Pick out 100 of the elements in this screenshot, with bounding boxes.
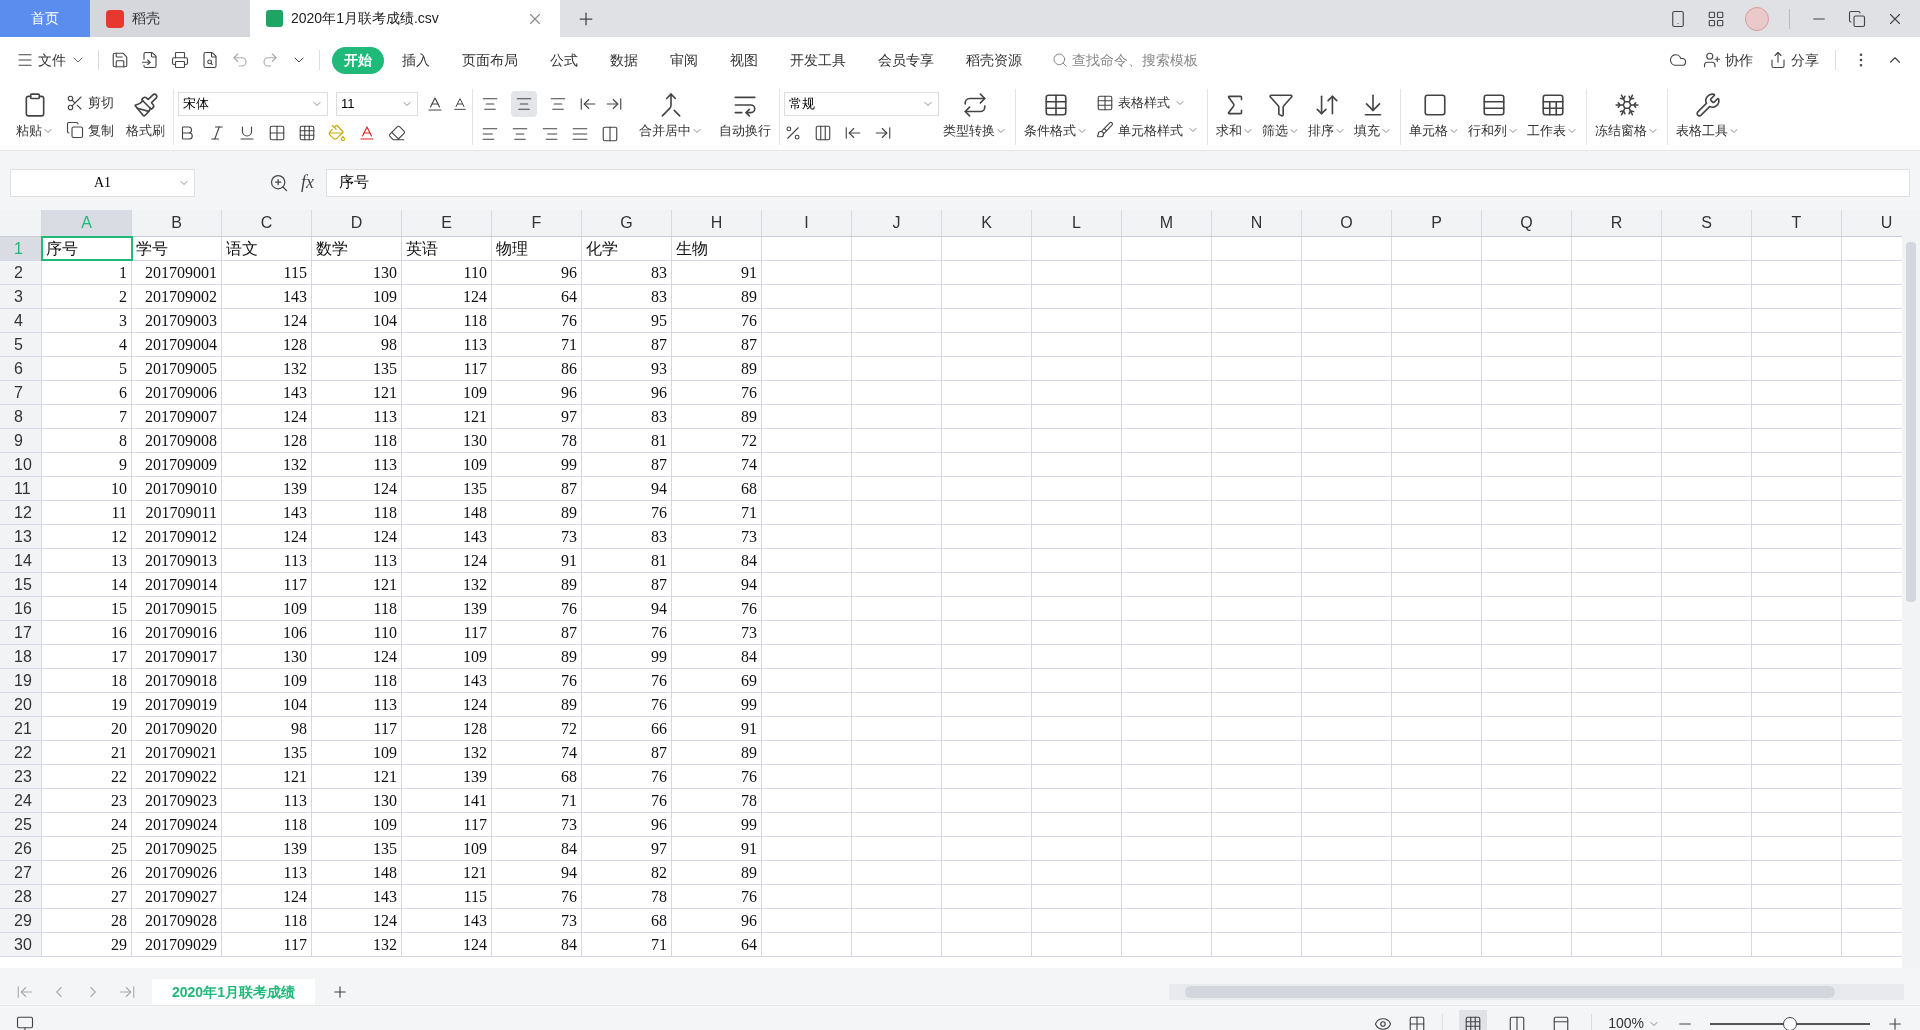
search-field[interactable]: 查找命令、搜索模板	[1052, 49, 1252, 71]
column-header[interactable]: J	[852, 210, 942, 236]
row-header[interactable]: 14	[0, 549, 42, 572]
column-header[interactable]: F	[492, 210, 582, 236]
ribbon-button[interactable]: 求和	[1212, 92, 1258, 141]
ribbon-button[interactable]: 表格工具	[1672, 92, 1744, 141]
row-header[interactable]: 18	[0, 645, 42, 668]
cut-button[interactable]: 剪切	[66, 93, 114, 113]
row-header[interactable]: 19	[0, 669, 42, 692]
view-mode-button[interactable]	[1459, 1009, 1488, 1030]
name-box[interactable]: A1	[10, 168, 195, 197]
zoom-icon[interactable]	[269, 172, 289, 193]
zoom-dropdown[interactable]: 100%	[1608, 1013, 1660, 1030]
ribbon-tab[interactable]: 公式	[536, 46, 592, 74]
row-header[interactable]: 7	[0, 381, 42, 404]
column-header[interactable]: S	[1662, 210, 1752, 236]
ribbon-tab[interactable]: 页面布局	[448, 46, 532, 74]
ribbon-button[interactable]: 合并居中	[635, 92, 707, 141]
column-header[interactable]: R	[1572, 210, 1662, 236]
row-header[interactable]: 15	[0, 573, 42, 596]
row-header[interactable]: 23	[0, 765, 42, 788]
macro-icon[interactable]	[16, 1014, 34, 1030]
row-header[interactable]: 29	[0, 909, 42, 932]
export-icon[interactable]	[141, 51, 159, 69]
column-header[interactable]: D	[312, 210, 402, 236]
underline-icon[interactable]	[238, 123, 256, 142]
ribbon-button[interactable]: 单元格	[1405, 92, 1464, 141]
column-header[interactable]: T	[1752, 210, 1842, 236]
decrease-font-icon[interactable]	[452, 95, 468, 112]
row-header[interactable]: 2	[0, 261, 42, 284]
formula-field[interactable]: 序号	[326, 168, 1910, 197]
ribbon-button[interactable]: 筛选	[1258, 92, 1304, 141]
ribbon-button[interactable]: 自动换行	[715, 92, 775, 141]
print-icon[interactable]	[171, 51, 189, 69]
number-format-dropdown[interactable]: 常规	[784, 91, 939, 116]
ribbon-button[interactable]: 填充	[1350, 92, 1396, 141]
ribbon-tab[interactable]: 数据	[596, 46, 652, 74]
row-header[interactable]: 10	[0, 453, 42, 476]
row-header[interactable]: 25	[0, 813, 42, 836]
column-header[interactable]: O	[1302, 210, 1392, 236]
column-header[interactable]: L	[1032, 210, 1122, 236]
restore-icon[interactable]	[1848, 9, 1866, 28]
column-header[interactable]: B	[132, 210, 222, 236]
column-header[interactable]: Q	[1482, 210, 1572, 236]
row-header[interactable]: 9	[0, 429, 42, 452]
column-header[interactable]: P	[1392, 210, 1482, 236]
column-header[interactable]: H	[672, 210, 762, 236]
row-header[interactable]: 4	[0, 309, 42, 332]
function-label[interactable]: fx	[301, 169, 314, 196]
borders-icon[interactable]	[268, 123, 286, 142]
eraser-icon[interactable]	[388, 123, 406, 142]
copy-button[interactable]: 复制	[66, 120, 114, 140]
row-header[interactable]: 24	[0, 789, 42, 812]
file-menu[interactable]: 文件	[16, 49, 86, 71]
row-header[interactable]: 16	[0, 597, 42, 620]
row-header[interactable]: 20	[0, 693, 42, 716]
ribbon-button[interactable]: 条件格式	[1020, 92, 1092, 141]
row-header[interactable]: 21	[0, 717, 42, 740]
row-header[interactable]: 6	[0, 357, 42, 380]
window-tab[interactable]: 稻壳	[90, 0, 250, 37]
fill-color-icon[interactable]	[328, 123, 346, 142]
column-header[interactable]: C	[222, 210, 312, 236]
row-header[interactable]: 22	[0, 741, 42, 764]
vertical-align-button[interactable]	[511, 90, 537, 117]
row-header[interactable]: 11	[0, 477, 42, 500]
collaborate-button[interactable]: 协作	[1703, 49, 1753, 71]
row-header[interactable]: 8	[0, 405, 42, 428]
row-header[interactable]: 30	[0, 933, 42, 956]
cell-style-button[interactable]: 单元格样式	[1096, 120, 1199, 140]
ribbon-tab[interactable]: 会员专享	[864, 46, 948, 74]
row-header[interactable]: 28	[0, 885, 42, 908]
apps-grid-icon[interactable]	[1707, 9, 1725, 28]
row-header[interactable]: 3	[0, 285, 42, 308]
row-header[interactable]: 26	[0, 837, 42, 860]
percent-icon[interactable]	[784, 123, 802, 142]
row-header[interactable]: 5	[0, 333, 42, 356]
italic-icon[interactable]	[208, 123, 226, 142]
row-header[interactable]: 17	[0, 621, 42, 644]
ribbon-tab[interactable]: 插入	[388, 46, 444, 74]
print-preview-icon[interactable]	[201, 51, 219, 69]
column-header[interactable]: N	[1212, 210, 1302, 236]
save-icon[interactable]	[111, 51, 129, 69]
window-tab[interactable]: 2020年1月联考成绩.csv	[250, 0, 560, 37]
ribbon-button[interactable]: 排序	[1304, 92, 1350, 141]
row-header[interactable]: 12	[0, 501, 42, 524]
column-header[interactable]: M	[1122, 210, 1212, 236]
ribbon-button[interactable]: 冻结窗格	[1591, 92, 1663, 141]
ribbon-tab[interactable]: 稻壳资源	[952, 46, 1036, 74]
font-size-dropdown[interactable]: 11	[336, 91, 418, 116]
ribbon-tab[interactable]: 视图	[716, 46, 772, 74]
device-icon[interactable]	[1669, 9, 1687, 28]
row-header[interactable]: 27	[0, 861, 42, 884]
ribbon-tab[interactable]: 审阅	[656, 46, 712, 74]
ribbon-button[interactable]: 工作表	[1523, 92, 1582, 141]
share-button[interactable]: 分享	[1769, 49, 1819, 71]
column-header[interactable]: E	[402, 210, 492, 236]
ribbon-button[interactable]: 格式刷	[122, 92, 169, 141]
ribbon-button[interactable]: 类型转换	[939, 92, 1011, 141]
cell-pattern-icon[interactable]	[298, 123, 316, 142]
row-header[interactable]: 13	[0, 525, 42, 548]
